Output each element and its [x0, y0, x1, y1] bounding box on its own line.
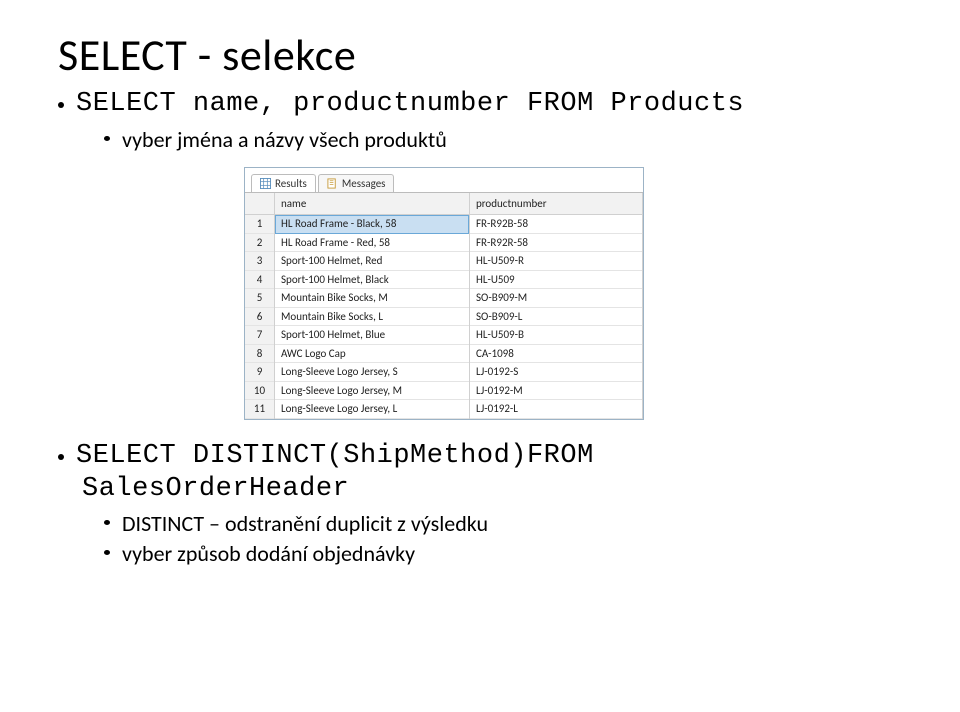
cell-name[interactable]: Long-Sleeve Logo Jersey, M [275, 382, 469, 401]
code-line-2a: SELECT DISTINCT(ShipMethod)FROM [76, 440, 594, 474]
bullet-dot-small [104, 520, 110, 525]
row-num[interactable]: 8 [245, 345, 274, 364]
cell-pn[interactable]: FR-R92R-58 [470, 234, 642, 253]
tab-messages-label: Messages [342, 177, 386, 190]
code-line-1: SELECT name, productnumber FROM Products [76, 88, 744, 122]
result-tabs: Results Messages [245, 168, 643, 193]
cell-name[interactable]: Sport-100 Helmet, Black [275, 271, 469, 290]
row-num[interactable]: 9 [245, 363, 274, 382]
row-num[interactable]: 3 [245, 252, 274, 271]
bullet-dot-small [104, 136, 110, 141]
column-name: name HL Road Frame - Black, 58 HL Road F… [275, 193, 470, 419]
cell-pn[interactable]: HL-U509-R [470, 252, 642, 271]
cell-pn[interactable]: SO-B909-M [470, 289, 642, 308]
cell-name[interactable]: Long-Sleeve Logo Jersey, S [275, 363, 469, 382]
row-num[interactable]: 2 [245, 234, 274, 253]
cell-pn[interactable]: HL-U509 [470, 271, 642, 290]
bullet-dot-small [104, 550, 110, 555]
cell-pn[interactable]: HL-U509-B [470, 326, 642, 345]
row-num[interactable]: 1 [245, 215, 274, 234]
tab-results-label: Results [275, 177, 307, 190]
cell-name[interactable]: Sport-100 Helmet, Blue [275, 326, 469, 345]
results-grid: 1 2 3 4 5 6 7 8 9 10 11 name HL Road Fra… [245, 193, 643, 419]
cell-name[interactable]: AWC Logo Cap [275, 345, 469, 364]
sub-text-1: vyber jména a názvy všech produktů [122, 126, 447, 154]
cell-pn[interactable]: FR-R92B-58 [470, 215, 642, 234]
row-num[interactable]: 4 [245, 271, 274, 290]
tab-messages[interactable]: Messages [318, 174, 395, 192]
cell-name[interactable]: Mountain Bike Socks, M [275, 289, 469, 308]
cell-name[interactable]: Mountain Bike Socks, L [275, 308, 469, 327]
bullet-dot [58, 454, 64, 460]
cell-pn[interactable]: LJ-0192-M [470, 382, 642, 401]
tab-results[interactable]: Results [251, 174, 316, 192]
cell-pn[interactable]: LJ-0192-S [470, 363, 642, 382]
cell-name[interactable]: Long-Sleeve Logo Jersey, L [275, 400, 469, 419]
cell-name[interactable]: Sport-100 Helmet, Red [275, 252, 469, 271]
cell-pn[interactable]: CA-1098 [470, 345, 642, 364]
bullet-code-1: SELECT name, productnumber FROM Products [58, 88, 910, 122]
col-header-productnumber[interactable]: productnumber [470, 193, 642, 215]
sub-text-2b: vyber způsob dodání objednávky [122, 540, 415, 568]
bullet-sub-1: vyber jména a názvy všech produktů [104, 126, 910, 154]
col-header-name[interactable]: name [275, 193, 469, 215]
row-num[interactable]: 5 [245, 289, 274, 308]
bullet-sub-2a: DISTINCT – odstranění duplicit z výsledk… [104, 510, 910, 538]
row-num[interactable]: 7 [245, 326, 274, 345]
row-number-column: 1 2 3 4 5 6 7 8 9 10 11 [245, 193, 275, 419]
bullet-sub-2b: vyber způsob dodání objednávky [104, 540, 910, 568]
code-line-2b: SalesOrderHeader [82, 474, 910, 504]
row-num[interactable]: 10 [245, 382, 274, 401]
cell-name[interactable]: HL Road Frame - Black, 58 [275, 215, 469, 234]
sub-text-2a: DISTINCT – odstranění duplicit z výsledk… [122, 510, 488, 538]
grid-icon [260, 178, 271, 189]
row-num[interactable]: 11 [245, 400, 274, 419]
row-num[interactable]: 6 [245, 308, 274, 327]
cell-pn[interactable]: LJ-0192-L [470, 400, 642, 419]
page-title: SELECT - selekce [58, 28, 910, 82]
bullet-code-2: SELECT DISTINCT(ShipMethod)FROM [58, 440, 910, 474]
note-icon [327, 178, 338, 189]
cell-pn[interactable]: SO-B909-L [470, 308, 642, 327]
cell-name[interactable]: HL Road Frame - Red, 58 [275, 234, 469, 253]
results-panel: Results Messages 1 2 3 4 5 6 [244, 167, 644, 420]
bullet-dot [58, 102, 64, 108]
column-productnumber: productnumber FR-R92B-58 FR-R92R-58 HL-U… [470, 193, 643, 419]
